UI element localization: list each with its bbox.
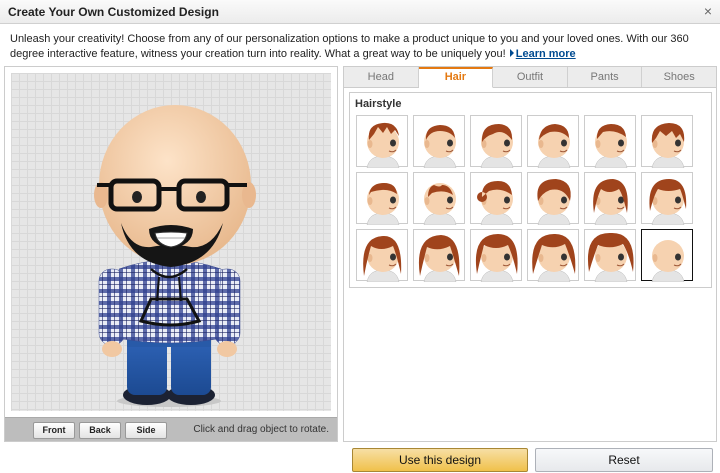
rotate-hint: Click and drag object to rotate. <box>193 424 329 435</box>
use-design-button[interactable]: Use this design <box>352 448 528 472</box>
hairstyle-thumbnail <box>366 122 400 168</box>
front-view-button[interactable]: Front <box>33 422 75 439</box>
hairstyle-option-bald[interactable] <box>641 229 693 282</box>
hairstyle-thumbnail <box>537 179 571 225</box>
hairstyle-option-long-curly[interactable] <box>527 229 579 282</box>
tab-outfit[interactable]: Outfit <box>493 67 568 87</box>
hairstyle-option-buzz-cut[interactable] <box>356 172 408 225</box>
options-panel: Head Hair Outfit Pants Shoes Hairstyle <box>343 66 717 442</box>
avatar-figure <box>94 105 256 407</box>
intro-text: Unleash your creativity! Choose from any… <box>10 32 714 62</box>
rotate-toolbar: Front Back Side Click and drag object to… <box>5 417 337 441</box>
hairstyle-option-bun[interactable] <box>470 172 522 225</box>
reset-button[interactable]: Reset <box>535 448 713 472</box>
back-view-button[interactable]: Back <box>79 422 121 439</box>
hairstyle-section: Hairstyle <box>349 92 712 288</box>
hairstyle-option-messy-bowl[interactable] <box>641 115 693 168</box>
hairstyle-option-long-wavy[interactable] <box>470 229 522 282</box>
hairstyle-thumbnail <box>532 233 576 282</box>
hairstyle-thumbnail <box>480 124 514 168</box>
hairstyle-thumbnail <box>423 125 457 168</box>
close-icon[interactable]: × <box>704 3 712 19</box>
category-tabs: Head Hair Outfit Pants Shoes <box>344 67 716 88</box>
hairstyle-thumbnail <box>594 124 628 168</box>
hairstyle-thumbnail <box>477 181 514 225</box>
hairstyle-thumbnail <box>418 235 460 282</box>
tab-head[interactable]: Head <box>344 67 419 87</box>
hairstyle-thumbnail <box>593 179 628 225</box>
hairstyle-thumbnail <box>363 236 402 282</box>
hairstyle-thumbnail <box>366 183 400 225</box>
hairstyle-option-long-straight[interactable] <box>356 229 408 282</box>
hairstyle-title: Hairstyle <box>355 98 402 110</box>
hairstyle-option-short-wavy[interactable] <box>527 115 579 168</box>
hairstyle-option-short-crop[interactable] <box>413 115 465 168</box>
hairstyle-option-ponytail[interactable] <box>527 172 579 225</box>
hairstyle-thumbnail <box>587 232 634 282</box>
side-view-button[interactable]: Side <box>125 422 167 439</box>
hairstyle-thumbnail <box>537 124 571 168</box>
dialog-title: Create Your Own Customized Design <box>8 5 219 19</box>
avatar-canvas[interactable] <box>11 73 331 411</box>
hairstyle-thumbnail <box>651 240 685 282</box>
intro-paragraph: Unleash your creativity! Choose from any… <box>10 33 689 60</box>
tab-pants[interactable]: Pants <box>568 67 643 87</box>
tab-hair[interactable]: Hair <box>418 67 494 88</box>
play-arrow-icon <box>509 49 514 57</box>
hairstyle-thumbnail <box>651 123 685 168</box>
hairstyle-option-curly-volume[interactable] <box>584 229 636 282</box>
hairstyle-thumbnail <box>475 234 518 282</box>
hairstyle-option-receding[interactable] <box>413 172 465 225</box>
hairstyle-option-short-spiky[interactable] <box>356 115 408 168</box>
hairstyle-option-long-bangs[interactable] <box>584 172 636 225</box>
customize-dialog: Create Your Own Customized Design × Unle… <box>0 0 720 473</box>
hairstyle-thumbnail <box>423 183 457 225</box>
hairstyle-option-bob[interactable] <box>641 172 693 225</box>
tab-shoes[interactable]: Shoes <box>642 67 716 87</box>
title-bar: Create Your Own Customized Design × <box>0 0 720 24</box>
learn-more-link[interactable]: Learn more <box>516 48 576 60</box>
preview-panel: Front Back Side Click and drag object to… <box>4 66 338 442</box>
hairstyle-option-side-swept[interactable] <box>470 115 522 168</box>
hairstyle-option-long-layered[interactable] <box>413 229 465 282</box>
hairstyle-option-short-brushed[interactable] <box>584 115 636 168</box>
hairstyle-thumbnail <box>649 179 687 225</box>
